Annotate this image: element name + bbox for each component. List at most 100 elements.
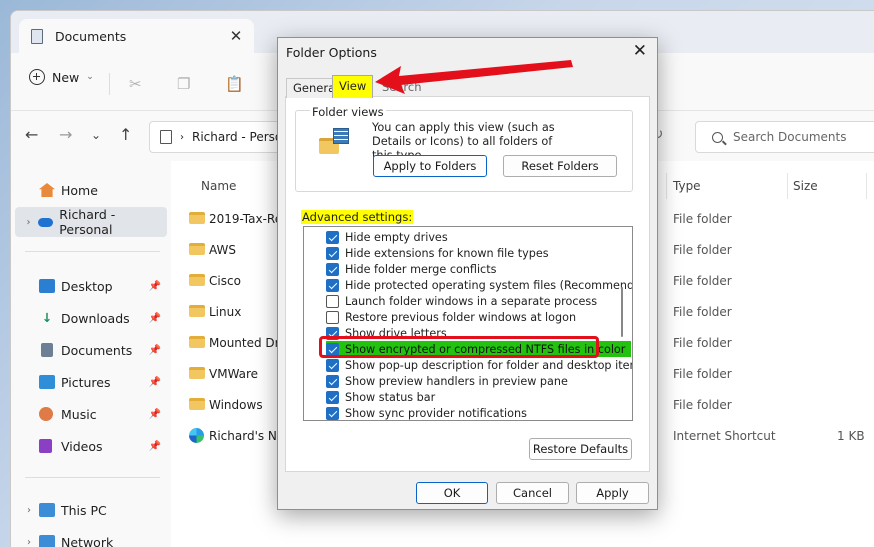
list-item[interactable]: Show pop-up description for folder and d… [326, 357, 633, 373]
videos-icon [39, 439, 52, 453]
cancel-button[interactable]: Cancel [496, 482, 569, 504]
sidebar-item-this-pc[interactable]: › This PC [11, 495, 167, 525]
sidebar-item-label: This PC [61, 502, 107, 518]
list-item[interactable]: Restore previous folder windows at logon [326, 309, 576, 325]
sidebar-item-downloads[interactable]: ↓ Downloads 📌 [11, 303, 167, 333]
setting-label: Hide folder merge conflicts [345, 262, 497, 276]
list-item[interactable]: Hide empty drives [326, 229, 448, 245]
recent-chevron-icon[interactable]: ⌄ [91, 128, 101, 142]
documents-icon [41, 343, 53, 357]
sidebar-item-network[interactable]: › Network [11, 527, 167, 547]
chevron-right-icon[interactable]: › [19, 217, 38, 228]
pc-icon [39, 503, 55, 517]
monitor-icon [160, 130, 172, 144]
column-divider[interactable] [787, 173, 788, 199]
sidebar-item-label: Music [61, 406, 97, 422]
apply-to-folders-button[interactable]: Apply to Folders [373, 155, 487, 177]
column-header-type[interactable]: Type [673, 179, 701, 193]
checkbox[interactable] [326, 390, 339, 404]
file-name: VMWare [209, 367, 259, 381]
setting-label: Hide extensions for known file types [345, 246, 549, 260]
file-size: 1 KB [837, 429, 865, 443]
desktop-icon [39, 279, 55, 293]
close-icon[interactable]: ✕ [633, 41, 647, 61]
setting-label: Hide empty drives [345, 230, 448, 244]
list-item[interactable]: Hide extensions for known file types [326, 245, 549, 261]
column-header-name[interactable]: Name [201, 179, 236, 193]
column-divider[interactable] [666, 173, 667, 199]
pin-icon[interactable]: 📌 [149, 345, 161, 356]
file-type: File folder [673, 274, 732, 288]
sidebar-item-label: Pictures [61, 374, 111, 390]
sidebar-item-desktop[interactable]: Desktop 📌 [11, 271, 167, 301]
checkbox[interactable] [326, 310, 339, 324]
pin-icon[interactable]: 📌 [149, 377, 161, 388]
cut-icon[interactable]: ✂ [129, 75, 142, 93]
column-header-size[interactable]: Size [793, 179, 818, 193]
copy-icon[interactable]: ❐ [177, 75, 190, 93]
new-button[interactable]: New ⌄ [29, 69, 94, 85]
network-icon [39, 535, 55, 547]
list-item[interactable]: Show preview handlers in preview pane [326, 373, 568, 389]
search-icon [712, 131, 723, 143]
home-icon [39, 183, 55, 197]
list-item[interactable]: Show sync provider notifications [326, 405, 527, 420]
up-arrow-icon[interactable]: ↑ [119, 125, 132, 144]
pin-icon[interactable]: 📌 [149, 313, 161, 324]
checkbox[interactable] [326, 230, 339, 244]
breadcrumb[interactable]: › Richard - Person [149, 121, 294, 153]
checkbox[interactable] [326, 278, 339, 292]
tab-view[interactable]: View [332, 75, 374, 98]
folder-icon [189, 212, 205, 224]
paste-icon[interactable]: 📋 [225, 75, 244, 93]
reset-folders-button[interactable]: Reset Folders [503, 155, 617, 177]
checkbox[interactable] [326, 262, 339, 276]
folder-icon [189, 398, 205, 410]
search-input[interactable]: Search Documents [695, 121, 874, 153]
checkbox[interactable] [326, 294, 339, 308]
sidebar-item-videos[interactable]: Videos 📌 [11, 431, 167, 461]
checkbox[interactable] [326, 246, 339, 260]
folder-options-dialog: Folder Options ✕ General Search View Fol… [277, 37, 658, 510]
checkbox[interactable] [326, 374, 339, 388]
forward-arrow-icon[interactable]: → [59, 125, 72, 144]
column-divider[interactable] [866, 173, 867, 199]
setting-label: Show pop-up description for folder and d… [345, 358, 633, 372]
sidebar-item-music[interactable]: Music 📌 [11, 399, 167, 429]
sidebar-item-label: Richard - Personal [59, 207, 116, 237]
chevron-right-icon[interactable]: › [19, 505, 39, 516]
scrollbar-thumb[interactable] [621, 287, 623, 337]
apply-button[interactable]: Apply [576, 482, 649, 504]
plus-icon [29, 69, 45, 85]
close-tab-icon[interactable]: ✕ [228, 27, 244, 45]
toolbar-divider [109, 73, 110, 95]
ok-button[interactable]: OK [416, 482, 488, 504]
restore-defaults-button[interactable]: Restore Defaults [529, 438, 632, 460]
setting-label: Restore previous folder windows at logon [345, 310, 577, 324]
list-item[interactable]: Show status bar [326, 389, 435, 405]
back-arrow-icon[interactable]: ← [25, 125, 38, 144]
setting-label: Launch folder windows in a separate proc… [345, 294, 598, 308]
file-type: File folder [673, 367, 732, 381]
list-item[interactable]: Launch folder windows in a separate proc… [326, 293, 597, 309]
breadcrumb-text: Richard - Person [192, 130, 290, 144]
setting-label: Show sync provider notifications [345, 406, 527, 420]
list-item[interactable]: Hide folder merge conflicts [326, 261, 496, 277]
file-name: Linux [209, 305, 242, 319]
sidebar-item-documents[interactable]: Documents 📌 [11, 335, 167, 365]
sidebar-item-richard-personal[interactable]: › Richard - Personal [15, 207, 167, 237]
file-name: AWS [209, 243, 237, 257]
checkbox[interactable] [326, 406, 339, 420]
pin-icon[interactable]: 📌 [149, 281, 161, 292]
sidebar-item-home[interactable]: Home [11, 175, 167, 205]
sidebar-item-label: Desktop [61, 278, 113, 294]
list-item[interactable]: Hide protected operating system files (R… [326, 277, 632, 293]
tab-documents[interactable]: Documents ✕ [19, 19, 254, 53]
sidebar-item-pictures[interactable]: Pictures 📌 [11, 367, 167, 397]
chevron-right-icon[interactable]: › [19, 537, 39, 547]
pin-icon[interactable]: 📌 [149, 441, 161, 452]
pin-icon[interactable]: 📌 [149, 409, 161, 420]
checkbox[interactable] [326, 358, 339, 372]
folder-icon [189, 367, 205, 379]
advanced-settings-list[interactable]: Hide empty drives Hide extensions for kn… [303, 226, 633, 421]
